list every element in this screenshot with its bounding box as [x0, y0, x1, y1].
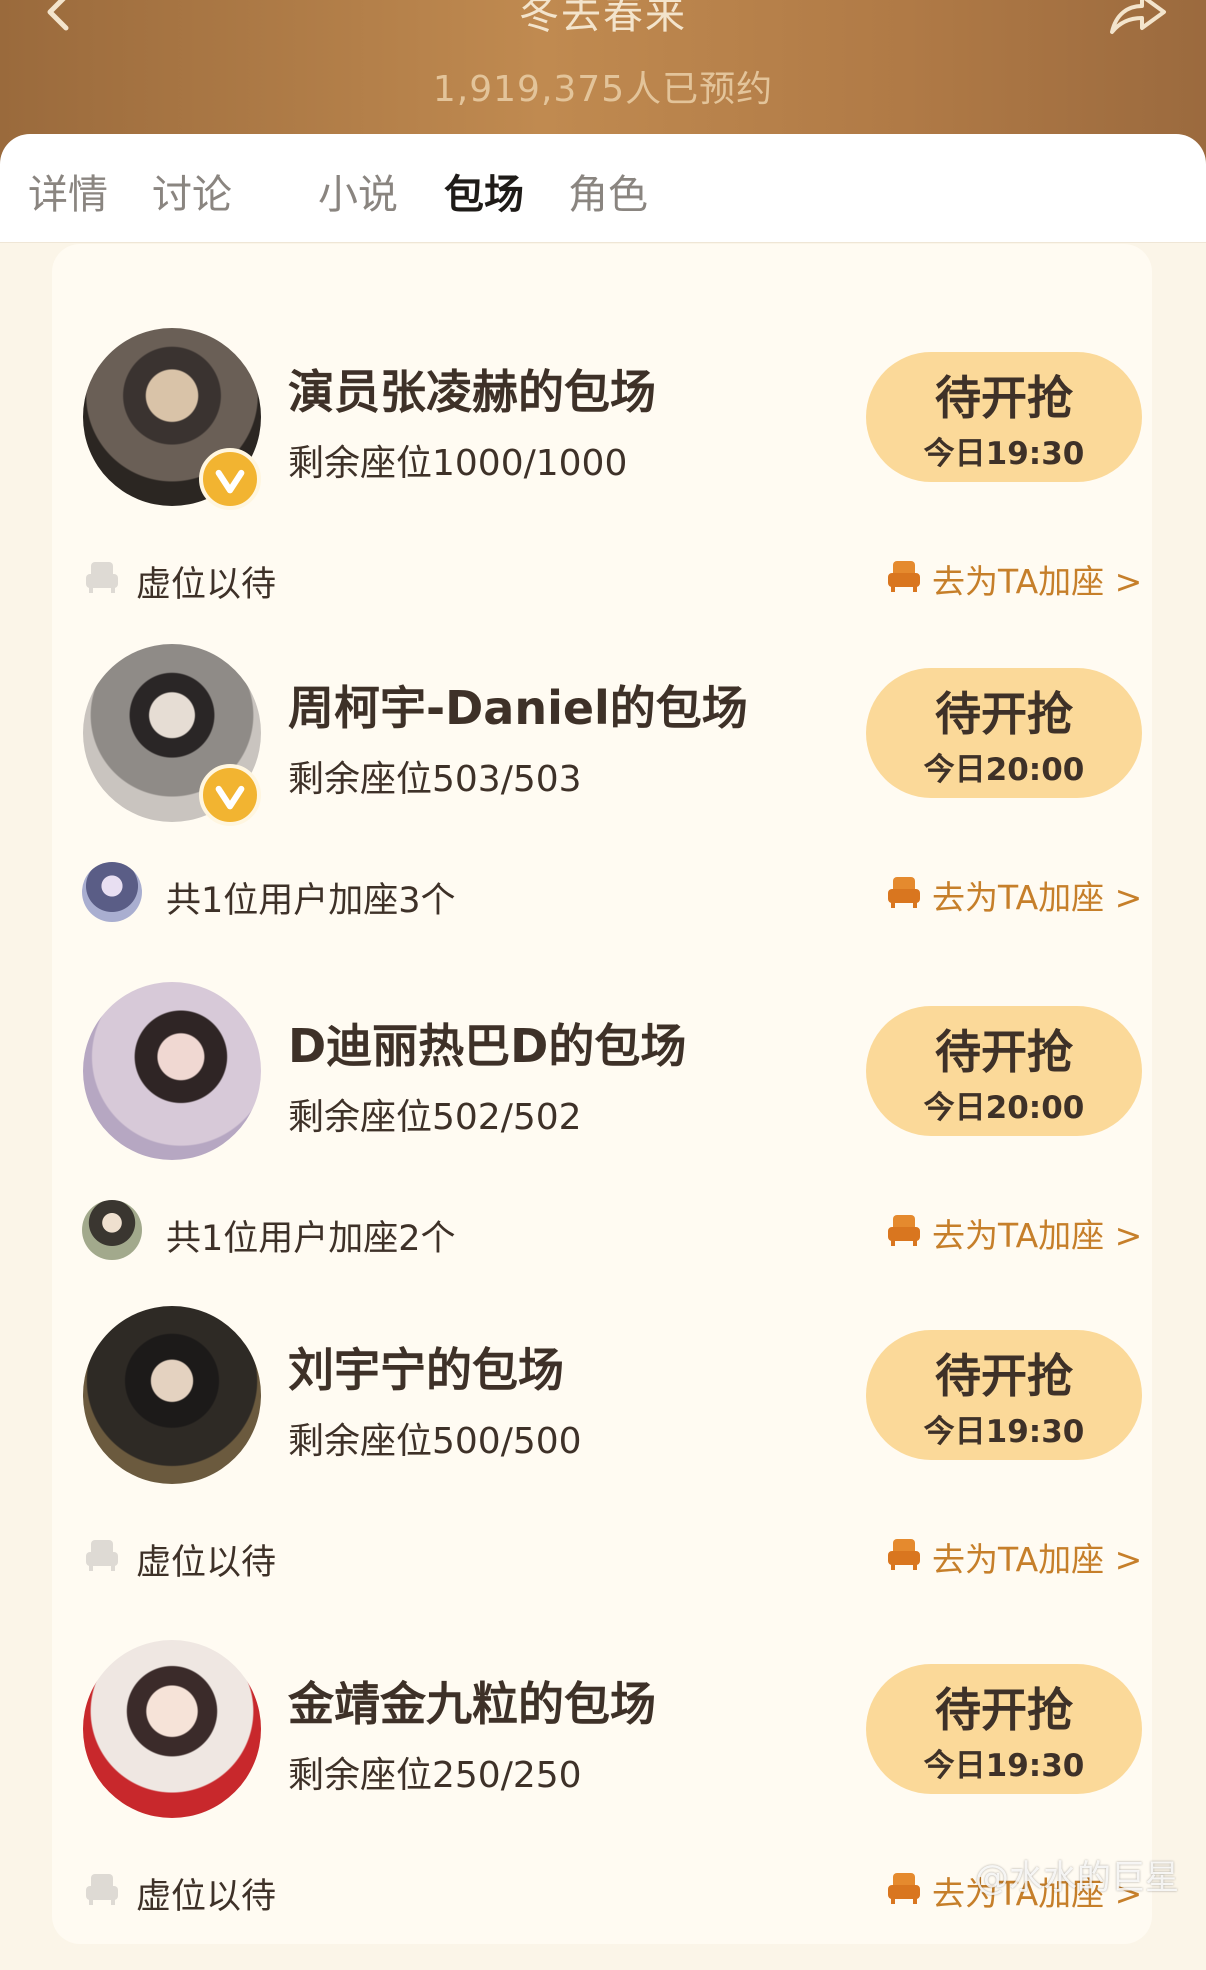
- tab-novel[interactable]: 小说: [318, 162, 398, 220]
- grab-time: 今日20:00: [923, 1090, 1085, 1126]
- grab-time: 今日19:30: [923, 436, 1085, 472]
- user-avatar[interactable]: [82, 1200, 142, 1260]
- add-seat-label: 去为TA加座 >: [932, 878, 1143, 917]
- avatar[interactable]: [83, 982, 261, 1160]
- tab-characters[interactable]: 角色: [568, 162, 648, 220]
- remaining-seats: 剩余座位500/500: [288, 1421, 582, 1462]
- grab-time: 今日19:30: [923, 1414, 1085, 1450]
- seat-status-text: 虚位以待: [136, 565, 277, 605]
- grab-button-label: 待开抢: [935, 1683, 1073, 1737]
- avatar[interactable]: [83, 1306, 261, 1484]
- empty-seat-icon: [86, 562, 118, 593]
- page-title: 冬去春来: [519, 0, 687, 38]
- empty-seat-icon: [86, 1874, 118, 1905]
- grab-button[interactable]: 待开抢 今日20:00: [866, 668, 1142, 798]
- screening-card: D迪丽热巴D的包场 剩余座位502/502 待开抢 今日20:00 共1位用户加…: [52, 982, 1152, 1312]
- seat-status-text: 虚位以待: [136, 1877, 277, 1917]
- screening-title[interactable]: 演员张凌赫的包场: [288, 356, 656, 422]
- sofa-icon: [888, 1539, 920, 1570]
- remaining-seats: 剩余座位1000/1000: [288, 443, 628, 484]
- sofa-icon: [888, 1215, 920, 1246]
- remaining-seats: 剩余座位503/503: [288, 759, 582, 800]
- add-seat-label: 去为TA加座 >: [932, 1216, 1143, 1255]
- grab-button-label: 待开抢: [935, 1025, 1073, 1079]
- grab-time: 今日19:30: [923, 1748, 1085, 1784]
- grab-button[interactable]: 待开抢 今日19:30: [866, 352, 1142, 482]
- reservation-count: 1,919,375人已预约: [432, 69, 774, 110]
- remaining-seats: 剩余座位250/250: [288, 1755, 582, 1796]
- sofa-icon: [888, 561, 920, 592]
- add-seat-label: 去为TA加座 >: [932, 562, 1143, 601]
- screening-title[interactable]: 金靖金九粒的包场: [288, 1668, 656, 1734]
- screening-card: 周柯宇-Daniel的包场 剩余座位503/503 待开抢 今日20:00 共1…: [52, 644, 1152, 974]
- seat-status-text: 共1位用户加座3个: [166, 881, 456, 921]
- seat-status-text: 共1位用户加座2个: [166, 1219, 456, 1259]
- screening-card: 刘宇宁的包场 剩余座位500/500 待开抢 今日19:30 虚位以待 去为TA…: [52, 1306, 1152, 1636]
- screening-title[interactable]: 周柯宇-Daniel的包场: [288, 672, 748, 738]
- tab-details[interactable]: 详情: [28, 162, 108, 220]
- screening-card: 演员张凌赫的包场 剩余座位1000/1000 待开抢 今日19:30 虚位以待 …: [52, 328, 1152, 658]
- grab-button[interactable]: 待开抢 今日19:30: [866, 1330, 1142, 1460]
- grab-button-label: 待开抢: [935, 1349, 1073, 1403]
- user-avatar[interactable]: [82, 862, 142, 922]
- remaining-seats: 剩余座位502/502: [288, 1097, 582, 1138]
- screening-title[interactable]: D迪丽热巴D的包场: [288, 1010, 686, 1076]
- empty-seat-icon: [86, 1540, 118, 1571]
- screening-title[interactable]: 刘宇宁的包场: [288, 1334, 564, 1400]
- share-icon[interactable]: [1106, 0, 1168, 36]
- screening-list: 演员张凌赫的包场 剩余座位1000/1000 待开抢 今日19:30 虚位以待 …: [52, 244, 1152, 1944]
- avatar[interactable]: [83, 1640, 261, 1818]
- grab-button[interactable]: 待开抢 今日20:00: [866, 1006, 1142, 1136]
- verified-badge-icon: [199, 764, 261, 826]
- grab-button-label: 待开抢: [935, 687, 1073, 741]
- tab-discussion[interactable]: 讨论: [152, 162, 232, 220]
- add-seat-label: 去为TA加座 >: [932, 1540, 1143, 1579]
- tab-bar: 详情 讨论 小说 包场 角色: [0, 134, 1206, 243]
- grab-button[interactable]: 待开抢 今日19:30: [866, 1664, 1142, 1794]
- tab-private-screening[interactable]: 包场: [444, 162, 524, 220]
- screening-card: 金靖金九粒的包场 剩余座位250/250 待开抢 今日19:30 虚位以待 去为…: [52, 1640, 1152, 1970]
- sofa-icon: [888, 1873, 920, 1904]
- grab-button-label: 待开抢: [935, 371, 1073, 425]
- grab-time: 今日20:00: [923, 752, 1085, 788]
- watermark: @水水的巨星: [975, 1858, 1179, 1898]
- sofa-icon: [888, 877, 920, 908]
- verified-badge-icon: [199, 448, 261, 510]
- seat-status-text: 虚位以待: [136, 1543, 277, 1583]
